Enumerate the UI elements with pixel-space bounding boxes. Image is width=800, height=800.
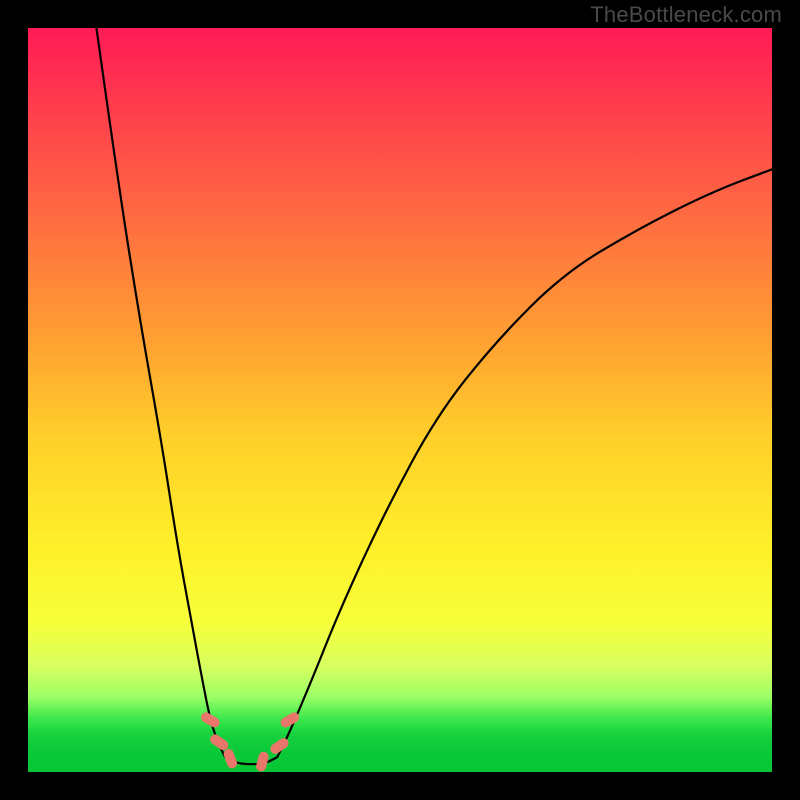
chart-overlay xyxy=(28,28,772,772)
watermark-text: TheBottleneck.com xyxy=(590,2,782,28)
curve-marker xyxy=(222,748,238,770)
bottleneck-curve xyxy=(96,28,772,764)
chart-frame: TheBottleneck.com xyxy=(0,0,800,800)
plot-area xyxy=(28,28,772,772)
curve-marker xyxy=(208,732,230,752)
